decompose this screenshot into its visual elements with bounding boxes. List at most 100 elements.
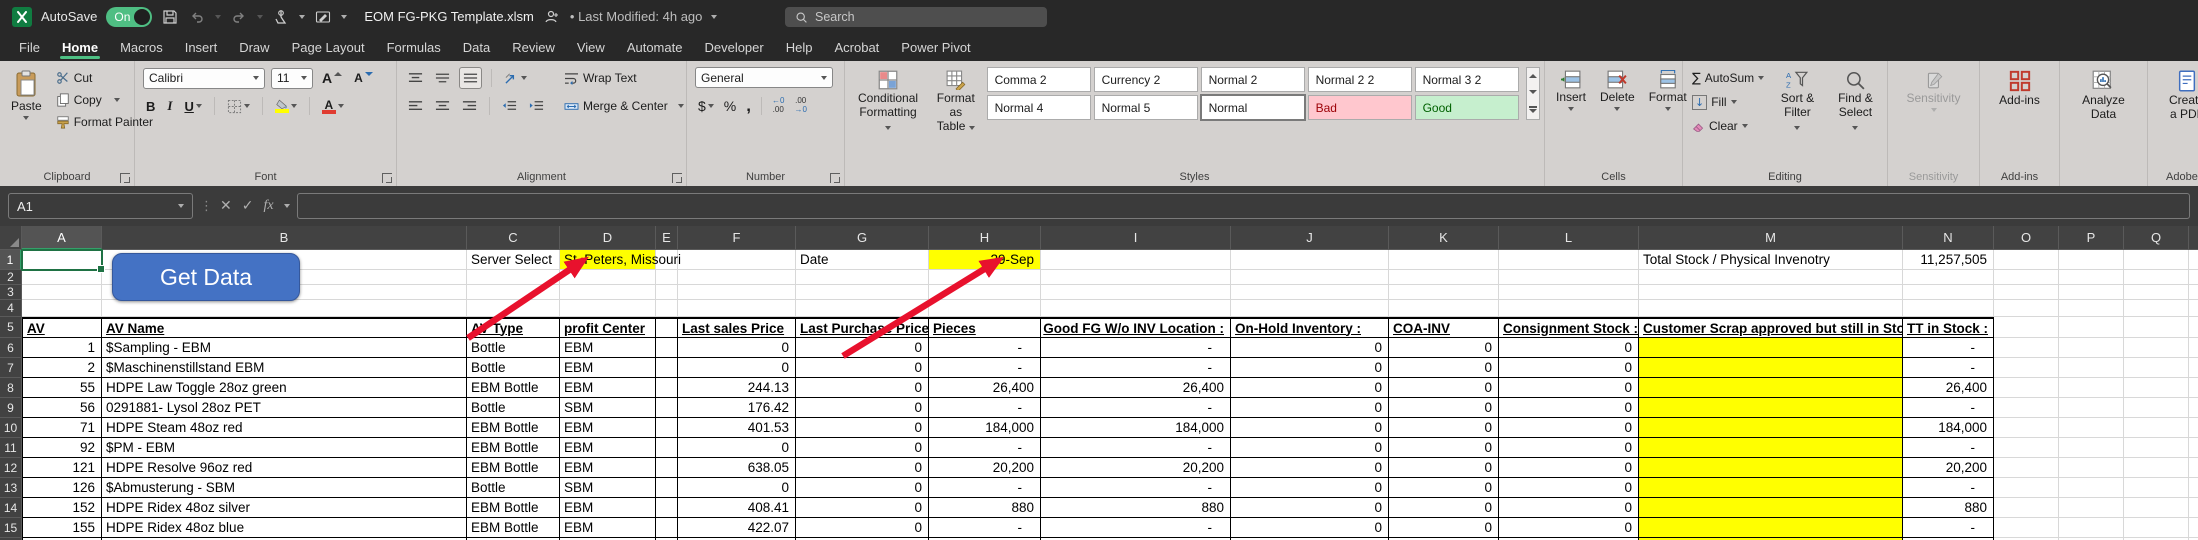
column-header-O[interactable]: O	[1994, 226, 2059, 250]
confirm-entry-icon[interactable]: ✓	[242, 198, 254, 214]
cell-I1[interactable]	[1041, 250, 1231, 270]
touch-mode-dropdown-icon[interactable]	[299, 15, 305, 19]
cell-E8[interactable]	[656, 378, 678, 398]
decrease-font-icon[interactable]: A	[351, 67, 376, 89]
cell-B4[interactable]	[102, 300, 467, 317]
cell-Q7[interactable]	[2124, 358, 2189, 378]
wrap-text-button[interactable]: Wrap Text	[561, 67, 640, 89]
autosum-button[interactable]: ∑AutoSum	[1689, 67, 1767, 89]
cell-Q8[interactable]	[2124, 378, 2189, 398]
cell-G8[interactable]: 0	[796, 378, 929, 398]
cell-L3[interactable]	[1499, 285, 1639, 300]
cell-D14[interactable]: EBM	[560, 498, 656, 518]
cell-F2[interactable]	[678, 270, 796, 285]
cell-P9[interactable]	[2059, 398, 2124, 418]
cell-H12[interactable]: 20,200	[929, 458, 1041, 478]
cell-C2[interactable]	[467, 270, 560, 285]
cell-K6[interactable]: 0	[1389, 338, 1499, 358]
cell-I3[interactable]	[1041, 285, 1231, 300]
table-header-D5[interactable]: profit Center	[560, 317, 656, 338]
column-header-C[interactable]: C	[467, 226, 560, 250]
cell-H14[interactable]: 880	[929, 498, 1041, 518]
name-box[interactable]: A1	[8, 193, 193, 219]
cell-H15[interactable]: -	[929, 518, 1041, 538]
tab-acrobat[interactable]: Acrobat	[823, 33, 890, 61]
cell-H8[interactable]: 26,400	[929, 378, 1041, 398]
comma-format-button[interactable]: ,	[743, 95, 754, 117]
tab-formulas[interactable]: Formulas	[376, 33, 452, 61]
cell-M6[interactable]	[1639, 338, 1903, 358]
column-header-F[interactable]: F	[678, 226, 796, 250]
inking-icon[interactable]	[314, 8, 332, 26]
style-comma-2[interactable]: Comma 2	[987, 67, 1091, 92]
underline-button[interactable]: U	[181, 95, 204, 117]
save-icon[interactable]	[161, 8, 179, 26]
cell-C8[interactable]: EBM Bottle	[467, 378, 560, 398]
cell-F10[interactable]: 401.53	[678, 418, 796, 438]
tab-view[interactable]: View	[566, 33, 616, 61]
cell-D10[interactable]: EBM	[560, 418, 656, 438]
cell-A10[interactable]: 71	[22, 418, 102, 438]
insert-function-icon[interactable]: fx	[263, 198, 273, 214]
cell-E4[interactable]	[656, 300, 678, 317]
cell-N10[interactable]: 184,000	[1903, 418, 1994, 438]
cell-K14[interactable]: 0	[1389, 498, 1499, 518]
row-header-8[interactable]: 8	[0, 378, 22, 398]
cell-O3[interactable]	[1994, 285, 2059, 300]
cell-L6[interactable]: 0	[1499, 338, 1639, 358]
cell-O11[interactable]	[1994, 438, 2059, 458]
cell-J10[interactable]: 0	[1231, 418, 1389, 438]
row-header-10[interactable]: 10	[0, 418, 22, 438]
cell-G9[interactable]: 0	[796, 398, 929, 418]
redo-icon[interactable]	[230, 8, 248, 26]
cell-B8[interactable]: HDPE Law Toggle 28oz green	[102, 378, 467, 398]
cell-I2[interactable]	[1041, 270, 1231, 285]
fill-color-button[interactable]	[272, 95, 300, 117]
cell-I14[interactable]: 880	[1041, 498, 1231, 518]
cell-P3[interactable]	[2059, 285, 2124, 300]
cell-D4[interactable]	[560, 300, 656, 317]
row-header-9[interactable]: 9	[0, 398, 22, 418]
cell-O1[interactable]	[1994, 250, 2059, 270]
cell-Q12[interactable]	[2124, 458, 2189, 478]
cell-P7[interactable]	[2059, 358, 2124, 378]
cell-F8[interactable]: 244.13	[678, 378, 796, 398]
cell-E14[interactable]	[656, 498, 678, 518]
cell-L8[interactable]: 0	[1499, 378, 1639, 398]
cell-M9[interactable]	[1639, 398, 1903, 418]
font-color-button[interactable]: A	[319, 95, 347, 117]
cell-D8[interactable]: EBM	[560, 378, 656, 398]
cell-O13[interactable]	[1994, 478, 2059, 498]
cell-D12[interactable]: EBM	[560, 458, 656, 478]
cell-I11[interactable]: -	[1041, 438, 1231, 458]
cell-C6[interactable]: Bottle	[467, 338, 560, 358]
row-header-2[interactable]: 2	[0, 270, 22, 285]
cell-D3[interactable]	[560, 285, 656, 300]
cell-M15[interactable]	[1639, 518, 1903, 538]
cell-A6[interactable]: 1	[22, 338, 102, 358]
table-header-L5[interactable]: Consignment Stock :	[1499, 317, 1639, 338]
last-modified[interactable]: • Last Modified: 4h ago	[570, 9, 703, 24]
cell-E6[interactable]	[656, 338, 678, 358]
row-header-4[interactable]: 4	[0, 300, 22, 317]
cell-G10[interactable]: 0	[796, 418, 929, 438]
cell-O7[interactable]	[1994, 358, 2059, 378]
cell-K3[interactable]	[1389, 285, 1499, 300]
cell-M10[interactable]	[1639, 418, 1903, 438]
cell-O2[interactable]	[1994, 270, 2059, 285]
cell-P12[interactable]	[2059, 458, 2124, 478]
cell-P15[interactable]	[2059, 518, 2124, 538]
cell-I6[interactable]: -	[1041, 338, 1231, 358]
increase-decimal-button[interactable]: ←0.00	[769, 95, 787, 117]
cell-J12[interactable]: 0	[1231, 458, 1389, 478]
column-header-G[interactable]: G	[796, 226, 929, 250]
cell-G12[interactable]: 0	[796, 458, 929, 478]
cell-H9[interactable]: -	[929, 398, 1041, 418]
cell-O6[interactable]	[1994, 338, 2059, 358]
cell-P13[interactable]	[2059, 478, 2124, 498]
align-middle-icon[interactable]	[432, 67, 453, 89]
gallery-up-icon[interactable]	[1529, 74, 1537, 78]
cell-N13[interactable]: -	[1903, 478, 1994, 498]
font-size-select[interactable]: 11	[271, 68, 313, 89]
cell-N6[interactable]: -	[1903, 338, 1994, 358]
